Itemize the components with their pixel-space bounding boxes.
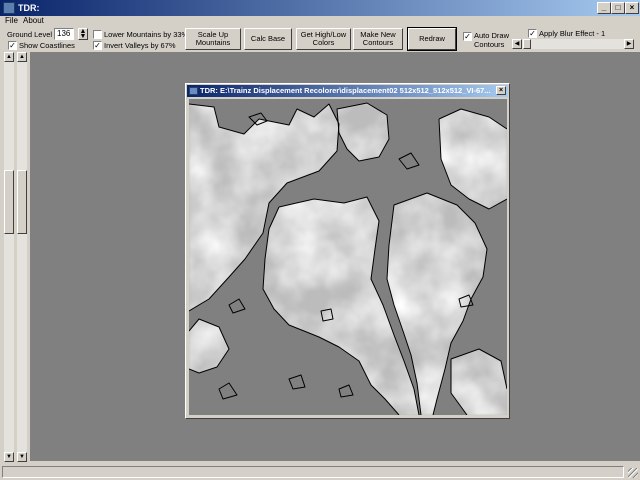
show-coastlines-label: Show Coastlines: [19, 41, 75, 50]
minimize-button[interactable]: _: [597, 2, 611, 14]
arrow-left-icon: ◀: [514, 41, 520, 47]
minimize-icon: _: [601, 3, 607, 12]
resize-grip-icon[interactable]: [628, 468, 638, 478]
close-icon: ×: [629, 3, 635, 12]
child-window-icon: [189, 87, 198, 95]
displacement-map-image[interactable]: [189, 99, 507, 415]
arrow-down-icon: ▼: [19, 454, 25, 460]
maximize-button[interactable]: □: [611, 2, 625, 14]
scale-up-mountains-button[interactable]: Scale Up Mountains: [185, 28, 241, 50]
status-bar: [0, 464, 640, 480]
auto-draw-contours-label: Auto Draw Contours: [474, 31, 510, 49]
close-icon: ×: [498, 87, 504, 94]
invert-valleys-label: Invert Valleys by 67%: [104, 41, 176, 50]
redraw-button[interactable]: Redraw: [407, 27, 457, 51]
status-panel: [2, 466, 624, 478]
arrow-up-icon: ▲: [19, 54, 25, 60]
app-titlebar[interactable]: TDR: _ □ ×: [0, 0, 640, 16]
child-close-button[interactable]: ×: [496, 86, 506, 95]
slider-right-arrow[interactable]: ▶: [624, 39, 634, 49]
right-scroll-thumb[interactable]: [17, 170, 27, 234]
left-scroll-up[interactable]: ▲: [4, 52, 14, 62]
menu-file[interactable]: File: [5, 16, 18, 26]
left-scroll-thumb[interactable]: [4, 170, 14, 234]
slider-thumb[interactable]: [523, 39, 531, 49]
left-scrollbar[interactable]: ▲ ▼: [4, 52, 14, 462]
up-down-icon: ▲ ▼: [79, 28, 87, 40]
ground-level-input[interactable]: 136: [54, 28, 74, 40]
left-scroll-down[interactable]: ▼: [4, 452, 14, 462]
arrow-right-icon: ▶: [626, 41, 632, 47]
ground-level-label: Ground Level: [7, 30, 53, 39]
displacement-image-window[interactable]: TDR: E:\Trainz Displacement Recolorer\di…: [185, 83, 510, 419]
menu-bar: File About: [0, 16, 640, 26]
maximize-icon: □: [615, 3, 621, 12]
arrow-down-icon: ▼: [6, 454, 12, 460]
apply-blur-label: Apply Blur Effect - 1: [539, 29, 606, 38]
show-coastlines-checkbox[interactable]: ✓: [8, 41, 17, 50]
auto-draw-contours-checkbox[interactable]: ✓: [463, 32, 472, 41]
right-scroll-up[interactable]: ▲: [17, 52, 27, 62]
invert-valleys-checkbox[interactable]: ✓: [93, 41, 102, 50]
lower-mountains-checkbox[interactable]: [93, 30, 102, 39]
right-scrollbar[interactable]: ▲ ▼: [17, 52, 27, 462]
blur-slider[interactable]: ◀ ▶: [512, 39, 634, 49]
child-titlebar[interactable]: TDR: E:\Trainz Displacement Recolorer\di…: [187, 85, 508, 97]
apply-blur-checkbox[interactable]: ✓: [528, 29, 537, 38]
child-window-title: TDR: E:\Trainz Displacement Recolorer\di…: [200, 86, 491, 95]
ground-level-stepper[interactable]: ▲ ▼: [78, 28, 88, 40]
right-scroll-down[interactable]: ▼: [17, 452, 27, 462]
app-icon: [3, 2, 15, 14]
arrow-up-icon: ▲: [6, 54, 12, 60]
get-high-low-colors-button[interactable]: Get High/Low Colors: [296, 28, 351, 50]
calc-base-button[interactable]: Calc Base: [244, 28, 292, 50]
lower-mountains-label: Lower Mountains by 33%: [104, 30, 189, 39]
close-button[interactable]: ×: [625, 2, 639, 14]
make-new-contours-button[interactable]: Make New Contours: [353, 28, 403, 50]
slider-left-arrow[interactable]: ◀: [512, 39, 522, 49]
window-title: TDR:: [18, 3, 40, 13]
menu-about[interactable]: About: [23, 16, 44, 26]
